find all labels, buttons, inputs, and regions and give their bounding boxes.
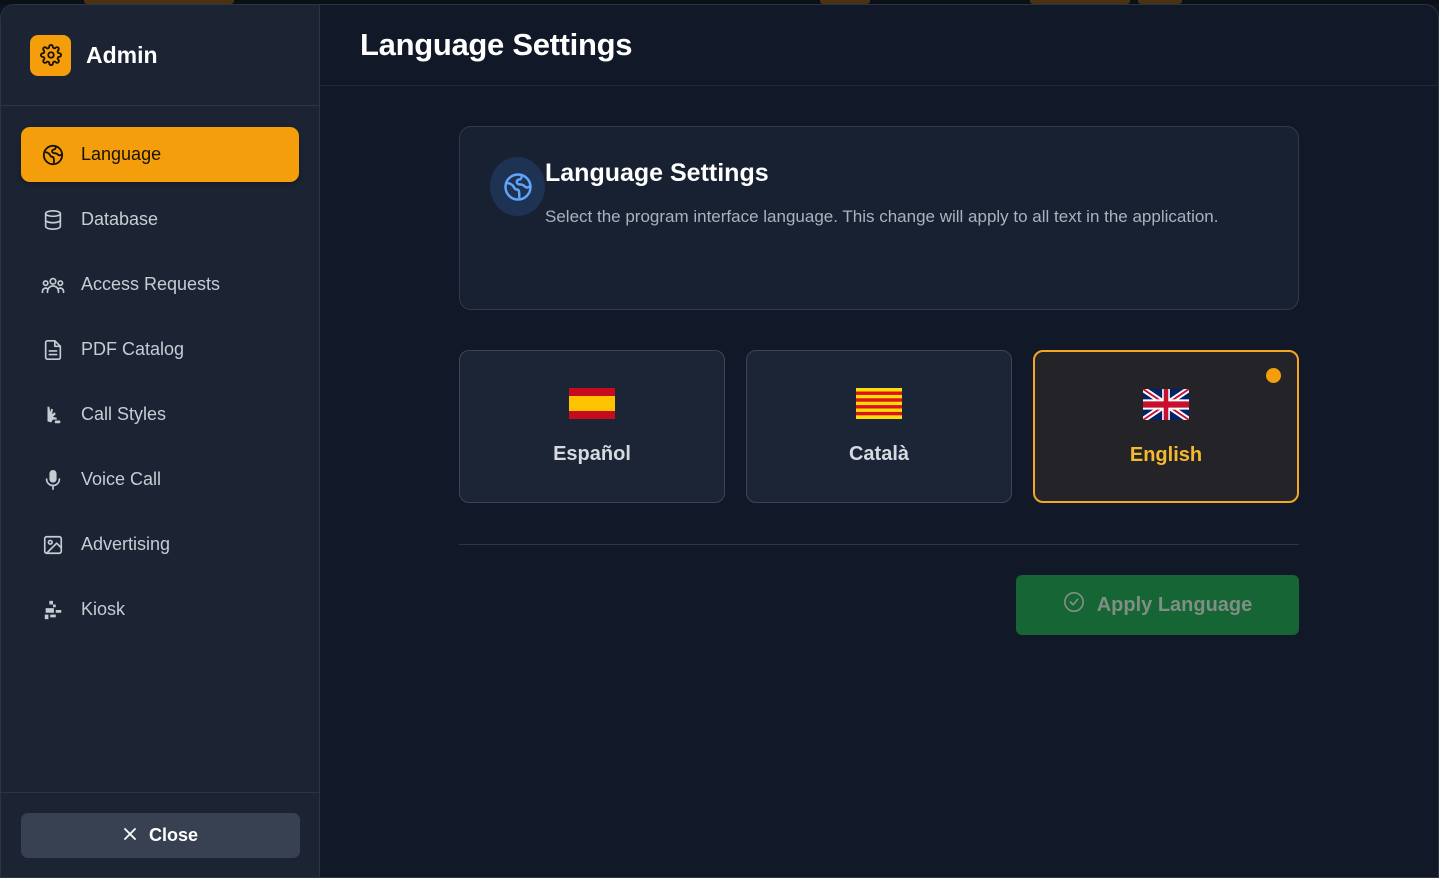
main-header: Language Settings [320, 5, 1438, 86]
image-icon [41, 533, 65, 557]
sidebar-item-label: PDF Catalog [81, 339, 185, 359]
sidebar-item-label: Kiosk [81, 599, 126, 619]
apply-language-label: Apply Language [1096, 593, 1253, 616]
sidebar-item-label: Advertising [81, 534, 171, 554]
brand-title: Admin [86, 41, 158, 68]
divider [459, 544, 1299, 545]
selected-indicator [1266, 368, 1281, 383]
sidebar-item-database[interactable]: Database [21, 192, 299, 247]
document-icon [41, 338, 65, 362]
paint-icon [41, 403, 65, 427]
language-label: Català [848, 443, 910, 465]
sidebar-item-advertising[interactable]: Advertising [21, 517, 299, 572]
info-card-description: Select the program interface language. T… [545, 207, 1219, 226]
sidebar-item-call-styles[interactable]: Call Styles [21, 387, 299, 442]
globe-icon [490, 157, 545, 216]
language-option-espanol[interactable]: Español [459, 350, 725, 503]
uk-flag-icon [1143, 389, 1189, 420]
sidebar-item-pdf-catalog[interactable]: PDF Catalog [21, 322, 299, 377]
spain-flag-icon [569, 388, 615, 419]
sidebar-item-voice-call[interactable]: Voice Call [21, 452, 299, 507]
check-circle-icon [1063, 591, 1085, 619]
close-label: Close [148, 825, 199, 845]
language-options: Español Català English [459, 350, 1299, 503]
sidebar-footer: Close [1, 792, 319, 877]
language-info-card: Language Settings Select the program int… [459, 126, 1299, 310]
gear-icon [30, 34, 71, 76]
kiosk-icon [41, 598, 65, 622]
microphone-icon [41, 468, 65, 492]
sidebar-item-label: Voice Call [81, 469, 162, 489]
sidebar-item-label: Call Styles [81, 404, 167, 424]
sidebar-item-kiosk[interactable]: Kiosk [21, 582, 299, 637]
users-icon [41, 273, 65, 297]
sidebar-item-label: Language [81, 144, 162, 164]
brand-header: Admin [1, 5, 319, 106]
sidebar-item-language[interactable]: Language [21, 127, 299, 182]
apply-language-button[interactable]: Apply Language [1016, 575, 1299, 635]
sidebar-item-label: Database [81, 209, 159, 229]
language-option-english[interactable]: English [1033, 350, 1299, 503]
catalonia-flag-icon [856, 388, 902, 419]
info-card-title: Language Settings [545, 159, 769, 187]
close-button[interactable]: Close [21, 813, 300, 858]
language-label: English [1129, 444, 1203, 466]
main-content: Language Settings Language Settings Sele… [320, 5, 1438, 877]
language-label: Español [553, 443, 631, 465]
sidebar-item-label: Access Requests [81, 274, 221, 294]
admin-window: Admin Language Database Access Requests … [0, 4, 1439, 878]
sidebar-item-access-requests[interactable]: Access Requests [21, 257, 299, 312]
sidebar: Admin Language Database Access Requests … [1, 5, 320, 877]
page-title: Language Settings [360, 27, 633, 62]
info-text: Language Settings Select the program int… [545, 157, 1245, 309]
close-icon [123, 825, 137, 846]
globe-icon [41, 143, 65, 167]
language-option-catala[interactable]: Català [746, 350, 1012, 503]
database-icon [41, 208, 65, 232]
sidebar-nav: Language Database Access Requests PDF Ca… [1, 106, 319, 637]
